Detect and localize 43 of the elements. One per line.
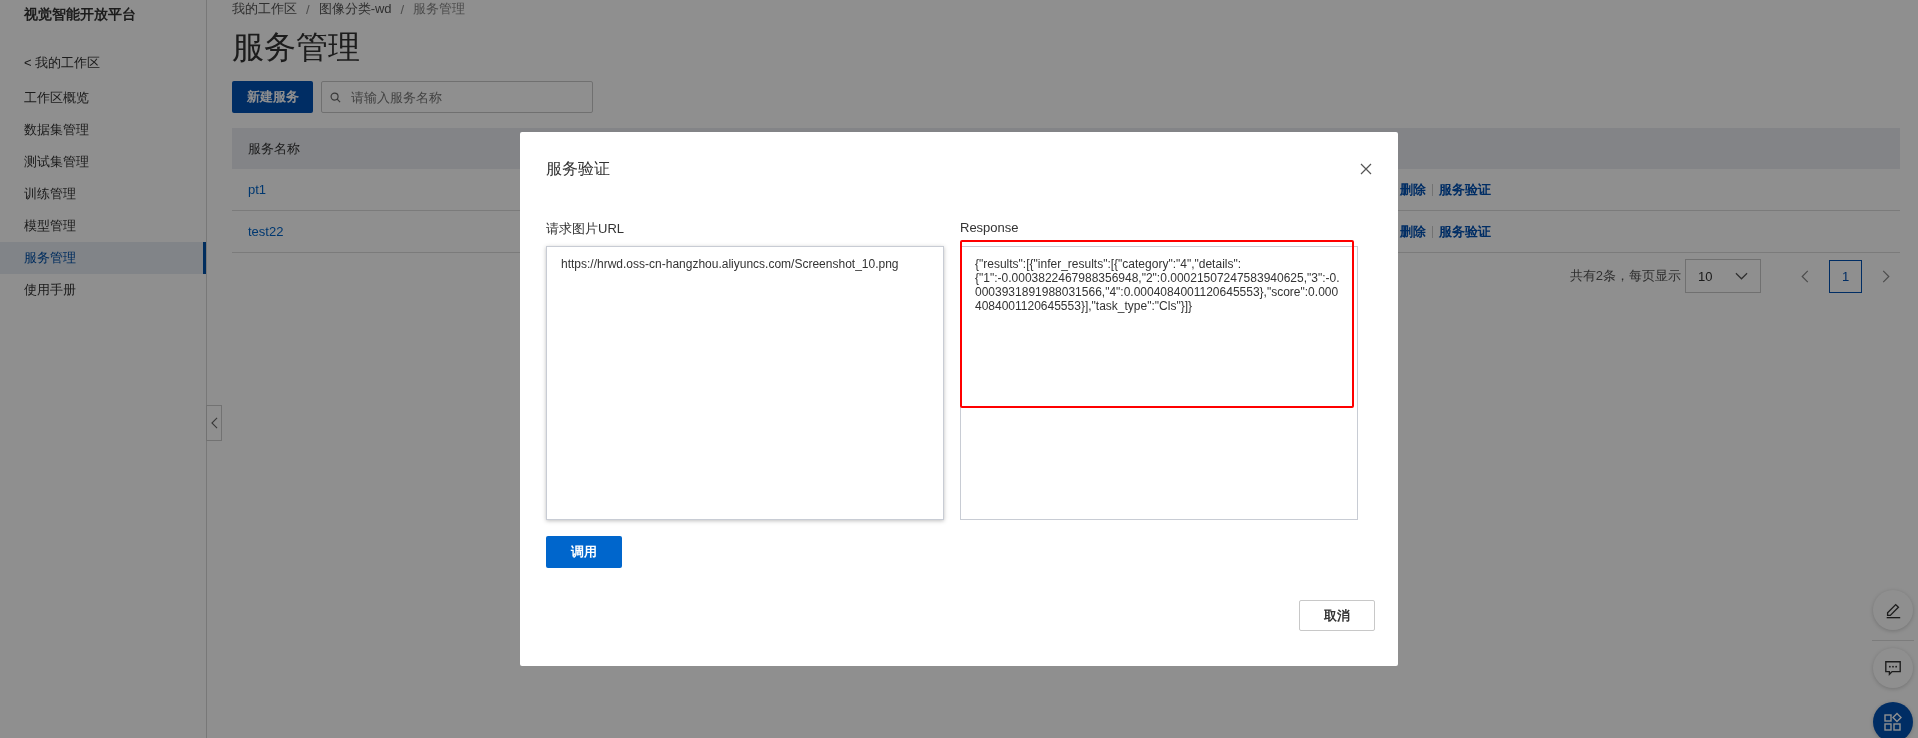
collapse-handle[interactable] xyxy=(206,405,222,441)
field-label: Response xyxy=(960,220,1019,236)
invoke-button[interactable]: 调用 xyxy=(546,536,622,568)
field-label: 请求图片URL xyxy=(546,220,624,236)
action-link[interactable]: 服务验证 xyxy=(1439,222,1491,241)
action-link[interactable]: 服务验证 xyxy=(1439,180,1491,199)
action-link[interactable]: 删除 xyxy=(1400,222,1426,241)
sidebar-item[interactable]: 数据集管理 xyxy=(0,114,206,146)
cancel-button[interactable]: 取消 xyxy=(1299,600,1375,631)
page-button[interactable]: 1 xyxy=(1829,259,1862,293)
search-field[interactable]: 请输入服务名称 xyxy=(321,81,593,113)
breadcrumb-separator: / xyxy=(306,1,310,17)
breadcrumb-link[interactable]: 图像分类-wd xyxy=(318,0,392,18)
chat-icon xyxy=(1884,659,1902,677)
page-size-select[interactable]: 10 xyxy=(1685,259,1761,293)
back-link[interactable]: < 我的工作区 xyxy=(0,44,206,82)
next-page-icon[interactable] xyxy=(1882,269,1890,283)
sidebar-item[interactable]: 模型管理 xyxy=(0,210,206,242)
apps-button[interactable] xyxy=(1873,702,1913,738)
sidebar-item[interactable]: 训练管理 xyxy=(0,178,206,210)
action-link[interactable]: 删除 xyxy=(1400,180,1426,199)
caret-icon xyxy=(1735,272,1748,280)
response-field[interactable]: {"results":[{"infer_results":[{"category":"4","details":{"1":-0.0003822467988356948,"2":0.00021507247583940625,"3":-0.0003931891988031566,"4":0.0004084001120645553},"score":0.0004084001120645553}],"task_type":"Cls"}]} xyxy=(960,246,1358,520)
platform-title: 视觉智能开放平台 xyxy=(23,5,137,24)
chat-button[interactable] xyxy=(1873,648,1913,688)
dialog-title: 服务验证 xyxy=(546,158,610,179)
url-field[interactable]: https://hrwd.oss-cn-hangzhou.aliyuncs.com/Screenshot_10.png xyxy=(546,246,944,520)
sidebar-item[interactable]: 使用手册 xyxy=(0,274,206,306)
breadcrumb-link[interactable]: 我的工作区 xyxy=(232,0,297,18)
sidebar-item[interactable]: 服务管理 xyxy=(0,242,206,274)
page-title: 服务管理 xyxy=(232,28,361,67)
previous-page-icon[interactable] xyxy=(1801,269,1809,283)
edit-button[interactable] xyxy=(1873,590,1913,630)
sidebar-item[interactable]: 测试集管理 xyxy=(0,146,206,178)
sidebar-item[interactable]: 工作区概览 xyxy=(0,82,206,114)
pagination-summary: 共有2条，每页显示 xyxy=(1569,267,1681,285)
chevron-left-icon xyxy=(210,417,218,429)
apps-icon xyxy=(1883,712,1903,732)
pencil-icon xyxy=(1884,601,1902,619)
close-icon[interactable] xyxy=(1360,163,1372,175)
column-header: 服务名称 xyxy=(248,139,300,158)
breadcrumb-separator: / xyxy=(400,1,405,17)
new-service-button[interactable]: 新建服务 xyxy=(232,81,313,113)
